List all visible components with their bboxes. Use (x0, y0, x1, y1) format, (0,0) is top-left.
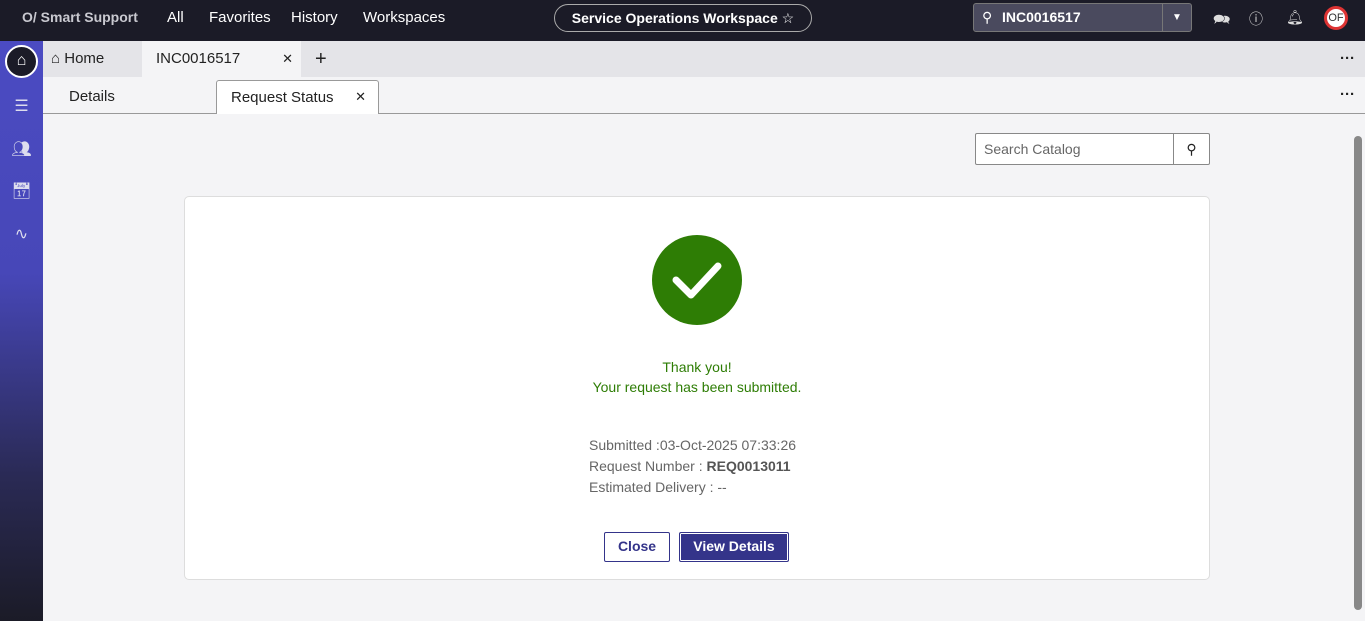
sidebar: ⌂ ☰ 👥︎ 📅︎ ∿ (0, 41, 43, 621)
close-icon[interactable]: ✕ (355, 89, 366, 105)
activity-icon[interactable]: ∿ (0, 224, 43, 244)
nav-all[interactable]: All (167, 9, 184, 26)
bell-icon[interactable]: 🔔︎ (1286, 9, 1304, 26)
tab-request-status[interactable]: Request Status ✕ (216, 80, 379, 115)
search-icon: ⚲ (982, 9, 993, 25)
catalog-search-input[interactable]: Search Catalog (984, 141, 1081, 157)
more-icon[interactable]: ··· (1340, 86, 1355, 103)
more-icon[interactable]: ··· (1340, 41, 1355, 77)
calendar-clock-icon[interactable]: 📅︎ (0, 181, 43, 201)
tab-request-status-label: Request Status (231, 89, 334, 106)
request-number-label: Request Number : (589, 458, 707, 474)
estimated-delivery: Estimated Delivery : -- (589, 479, 727, 495)
status-card: Thank you! Your request has been submitt… (184, 196, 1210, 580)
catalog-search[interactable]: Search Catalog ⚲ (975, 133, 1210, 165)
logo[interactable]: O/ Smart Support (22, 9, 138, 25)
submitted-message: Your request has been submitted. (592, 379, 802, 395)
request-number: REQ0013011 (706, 458, 791, 474)
success-check-icon (652, 235, 742, 325)
nav-workspaces[interactable]: Workspaces (363, 9, 445, 26)
search-button[interactable]: ⚲ (1173, 134, 1209, 164)
global-search[interactable]: ⚲ INC0016517 ▼ (973, 3, 1192, 32)
list-icon[interactable]: ☰ (0, 96, 43, 116)
record-tabs: ⌂ Home INC0016517 ✕ + ··· (43, 41, 1365, 77)
home-small-icon: ⌂ (51, 50, 61, 67)
sub-tabs: Details Request Status ✕ ··· (43, 77, 1365, 115)
help-icon[interactable]: ⓘ (1249, 9, 1263, 29)
tab-details[interactable]: Details (69, 88, 115, 105)
groups-icon[interactable]: 👥︎ (0, 139, 43, 159)
scrollbar-thumb[interactable] (1354, 136, 1362, 610)
tab-record-label: INC0016517 (156, 50, 241, 67)
top-bar: O/ Smart Support All Favorites History W… (0, 0, 1365, 41)
submitted-date: Submitted :03-Oct-2025 07:33:26 (589, 437, 797, 453)
nav-favorites[interactable]: Favorites (209, 9, 271, 26)
close-button[interactable]: Close (604, 532, 670, 562)
close-icon[interactable]: ✕ (282, 41, 293, 77)
workspace-selector[interactable]: Service Operations Workspace ☆ (554, 4, 812, 32)
tab-home[interactable]: ⌂ Home (51, 41, 104, 77)
thanks-text: Thank you! (662, 359, 732, 375)
tab-record[interactable]: INC0016517 ✕ (142, 41, 301, 77)
main-content: Search Catalog ⚲ Thank you! Your request … (43, 114, 1351, 621)
request-info: Submitted :03-Oct-2025 07:33:26 Request … (589, 435, 796, 498)
workspace-title: Service Operations Workspace (571, 10, 778, 26)
star-icon[interactable]: ☆ (782, 10, 795, 26)
view-details-button[interactable]: View Details (679, 532, 789, 562)
add-tab-button[interactable]: + (315, 41, 327, 77)
nav-history[interactable]: History (291, 9, 338, 26)
tab-home-label: Home (64, 50, 105, 67)
home-icon[interactable]: ⌂ (5, 45, 38, 78)
global-search-input[interactable]: INC0016517 (1002, 9, 1081, 25)
avatar[interactable]: OF (1324, 6, 1348, 30)
chat-icon[interactable]: 🗪 (1213, 9, 1230, 33)
search-scope-dropdown[interactable]: ▼ (1162, 4, 1191, 31)
scrollbar[interactable] (1351, 114, 1365, 621)
